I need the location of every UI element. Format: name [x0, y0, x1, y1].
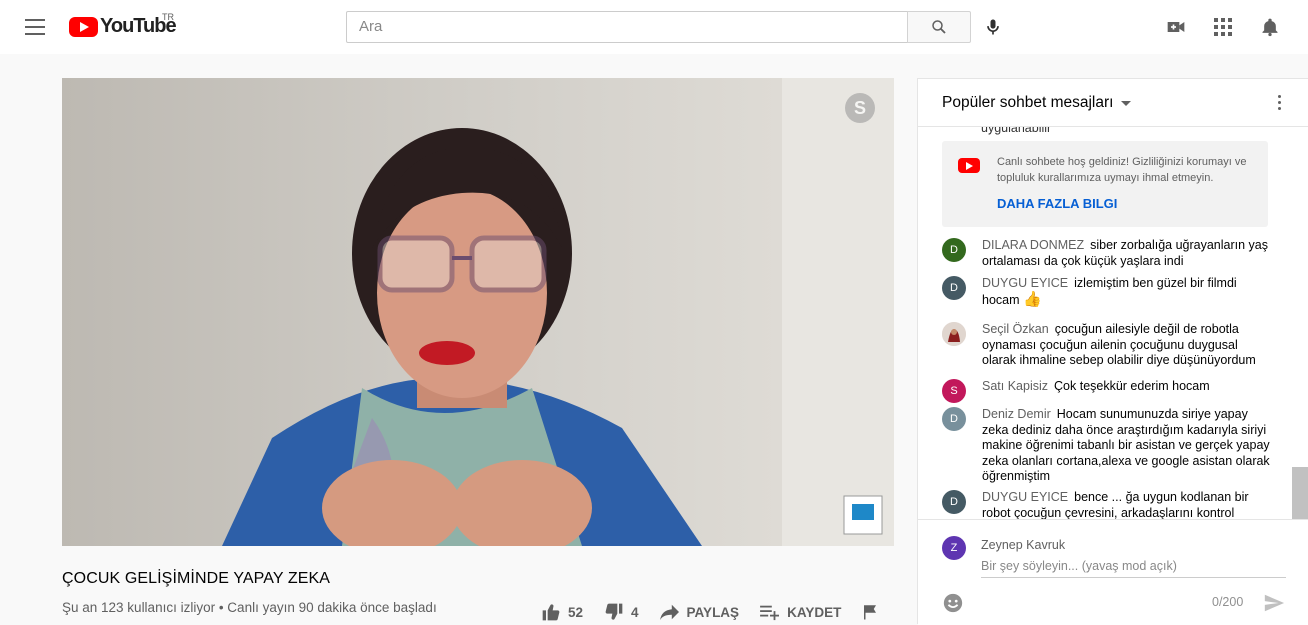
thumbs-up-icon: [542, 604, 560, 621]
share-button[interactable]: PAYLAŞ: [659, 603, 740, 621]
welcome-text: Canlı sohbete hoş geldiniz! Gizliliğiniz…: [997, 156, 1247, 184]
message-author[interactable]: Deniz Demir: [982, 407, 1051, 421]
message-author[interactable]: DUYGU EYICE: [982, 276, 1068, 290]
voice-search-button[interactable]: [981, 15, 1005, 39]
avatar[interactable]: D: [942, 407, 966, 431]
chat-input[interactable]: Bir şey söyleyin... (yavaş mod açık): [981, 558, 1286, 578]
live-chat-panel: Popüler sohbet mesajları uygulanabilir C…: [917, 78, 1308, 625]
message-text: Çok teşekkür ederim hocam: [1054, 379, 1210, 393]
chat-message: Seçil Özkan çocuğun ailesiyle değil de ro…: [942, 322, 1272, 369]
live-status: Şu an 123 kullanıcı izliyor • Canlı yayı…: [62, 600, 437, 615]
video-player[interactable]: S: [62, 78, 894, 546]
chat-composer: Z Zeynep Kavruk Bir şey söyleyin... (yav…: [918, 519, 1308, 625]
learn-more-link[interactable]: DAHA FAZLA BILGI: [997, 196, 1117, 211]
chat-message: D Deniz Demir Hocam sunumunuzda siriye ya…: [942, 407, 1272, 485]
thumbs-up-emoji-icon: 👍: [1023, 290, 1042, 308]
like-count: 52: [568, 604, 584, 620]
message-author[interactable]: Satı Kapisiz: [982, 379, 1048, 393]
video-title: ÇOCUK GELİŞİMİNDE YAPAY ZEKA: [62, 570, 331, 587]
smiley-icon: [943, 593, 963, 613]
thumbs-down-icon: [605, 603, 623, 620]
bell-icon: [1262, 18, 1278, 37]
dislike-button[interactable]: 4: [603, 602, 639, 622]
search-input[interactable]: Ara: [346, 11, 908, 43]
send-button[interactable]: [1262, 592, 1286, 619]
message-author[interactable]: DUYGU EYICE: [982, 490, 1068, 504]
skype-logo: S: [845, 93, 875, 123]
search-icon: [932, 20, 946, 34]
send-icon: [1264, 594, 1285, 612]
apps-button[interactable]: [1211, 15, 1235, 39]
user-avatar: Z: [942, 536, 966, 560]
playlist-add-icon: [760, 605, 780, 621]
menu-icon[interactable]: [25, 19, 45, 35]
share-label: PAYLAŞ: [686, 604, 740, 620]
create-video-button[interactable]: [1164, 15, 1188, 39]
dislike-count: 4: [631, 604, 639, 620]
chat-header: Popüler sohbet mesajları: [918, 79, 1308, 127]
user-name: Zeynep Kavruk: [981, 538, 1066, 552]
character-count: 0/200: [1212, 595, 1244, 609]
youtube-logo[interactable]: YouTube: [69, 15, 177, 38]
avatar[interactable]: D: [942, 490, 966, 514]
save-label: KAYDET: [787, 604, 842, 620]
video-frame: S: [62, 78, 894, 546]
search-button[interactable]: [907, 11, 971, 43]
message-author[interactable]: Seçil Özkan: [982, 322, 1049, 336]
youtube-play-icon: [69, 16, 98, 37]
region-code: TR: [162, 12, 174, 22]
flag-icon: [864, 605, 877, 620]
welcome-banner: Canlı sohbete hoş geldiniz! Gizliliğiniz…: [942, 141, 1268, 227]
more-options-icon[interactable]: [1278, 95, 1282, 111]
chat-messages[interactable]: uygulanabilir Canlı sohbete hoş geldiniz…: [918, 127, 1308, 519]
report-button[interactable]: [861, 603, 885, 621]
apps-grid-icon: [1214, 18, 1232, 36]
chat-mode-dropdown[interactable]: Popüler sohbet mesajları: [942, 94, 1132, 112]
microphone-icon: [987, 19, 999, 35]
top-bar: YouTube TR Ara: [0, 0, 1308, 54]
avatar-image[interactable]: [942, 322, 966, 346]
chat-message: D DUYGU EYICE izlemiştim ben güzel bir fi…: [942, 276, 1272, 308]
truncated-message: uygulanabilir: [981, 127, 1052, 135]
message-author[interactable]: DILARA DONMEZ: [982, 238, 1084, 252]
portrait-icon: [942, 322, 966, 346]
chat-message: D DILARA DONMEZ siber zorbalığa uğrayanla…: [942, 238, 1272, 269]
video-camera-icon: [1167, 22, 1185, 32]
like-button[interactable]: 52: [540, 602, 583, 622]
save-button[interactable]: KAYDET: [759, 603, 841, 621]
chat-message: D DUYGU EYICE bence ... ğa uygun kodlanan…: [942, 490, 1272, 519]
notifications-button[interactable]: [1258, 15, 1282, 39]
avatar[interactable]: S: [942, 379, 966, 403]
avatar[interactable]: D: [942, 276, 966, 300]
avatar[interactable]: D: [942, 238, 966, 262]
dropdown-caret-icon: [1121, 100, 1132, 106]
video-actions: 52 4 PAYLAŞ KAYDET: [540, 600, 905, 624]
chat-mode-label: Popüler sohbet mesajları: [942, 94, 1114, 111]
share-icon: [659, 604, 679, 621]
chat-message: S Satı Kapisiz Çok teşekkür ederim hocam: [942, 379, 1272, 403]
emoji-button[interactable]: [942, 592, 964, 619]
chat-scrollbar[interactable]: [1292, 467, 1308, 519]
svg-text:S: S: [854, 98, 866, 118]
youtube-icon: [958, 158, 980, 173]
